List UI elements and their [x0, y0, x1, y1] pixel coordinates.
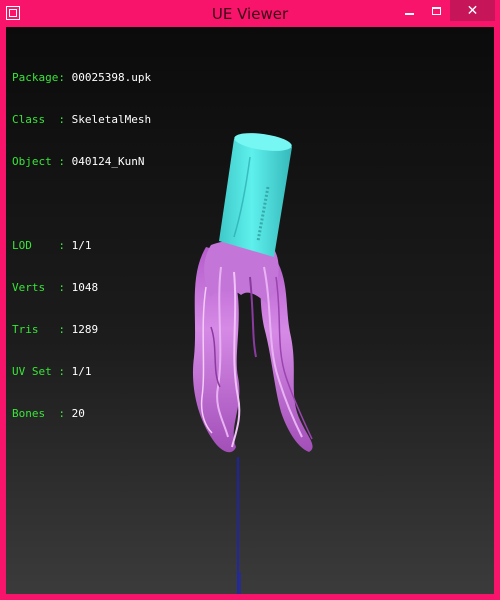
- object-value: 040124_KunN: [71, 155, 145, 168]
- class-label: Class :: [12, 113, 72, 126]
- bones-label: Bones :: [12, 407, 72, 420]
- 3d-viewport[interactable]: Package: 00025398.upk Class : SkeletalMe…: [6, 27, 494, 594]
- cylinder-mesh: [219, 133, 292, 257]
- class-value: SkeletalMesh: [71, 113, 152, 126]
- close-button[interactable]: ✕: [450, 0, 495, 21]
- maximize-icon: [432, 6, 441, 15]
- uvset-label: UV Set :: [12, 365, 72, 378]
- object-label: Object :: [12, 155, 72, 168]
- lod-value: 1/1: [71, 239, 92, 252]
- package-value: 00025398.upk: [71, 71, 152, 84]
- verts-value: 1048: [71, 281, 99, 294]
- lod-label: LOD :: [12, 239, 72, 252]
- minimize-icon: [404, 12, 414, 15]
- verts-label: Verts :: [12, 281, 72, 294]
- bones-value: 20: [71, 407, 85, 420]
- tris-value: 1289: [71, 323, 99, 336]
- title-bar[interactable]: UE Viewer ✕: [0, 0, 500, 27]
- maximize-button[interactable]: [423, 0, 450, 21]
- mesh-info-overlay: Package: 00025398.upk Class : SkeletalMe…: [12, 43, 151, 449]
- uvset-value: 1/1: [71, 365, 92, 378]
- hair-mesh: [192, 240, 313, 453]
- tris-label: Tris :: [12, 323, 72, 336]
- minimize-button[interactable]: [395, 0, 423, 21]
- app-window: UE Viewer ✕ Package: 00025398.upk Class …: [0, 0, 500, 600]
- close-icon: ✕: [466, 2, 479, 19]
- package-label: Package:: [12, 71, 72, 84]
